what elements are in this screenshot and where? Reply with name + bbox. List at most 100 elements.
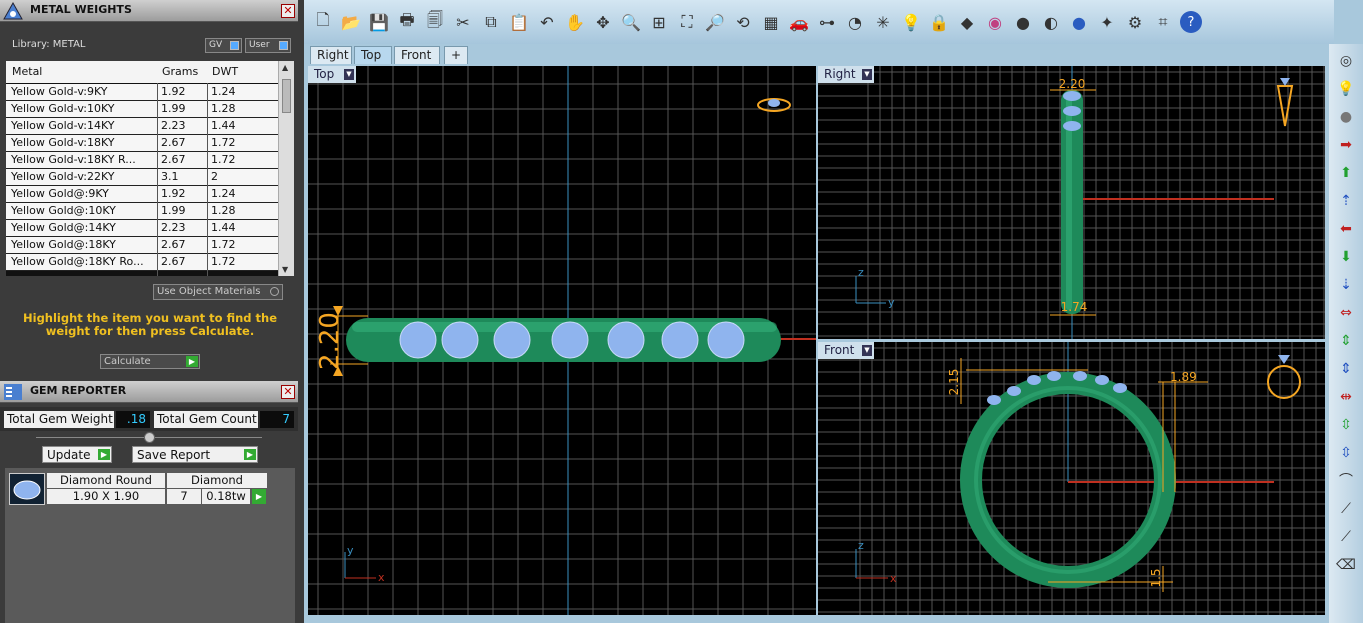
circle-tool-icon[interactable]: ◔ <box>844 11 866 33</box>
shrink-z-icon[interactable]: ⇳ <box>1336 444 1356 462</box>
save-report-button[interactable]: Save Report ▶ <box>132 446 258 463</box>
arrow-up-icon[interactable]: ⬆ <box>1336 164 1356 182</box>
tab-front[interactable]: Front <box>394 46 440 64</box>
col-metal[interactable]: Metal <box>12 65 42 78</box>
node-icon[interactable]: ⌗ <box>1152 11 1174 33</box>
table-row[interactable]: Yellow Gold-v:22KY 3.1 2 <box>6 169 278 186</box>
sphere-shaded-icon[interactable]: ◐ <box>1040 11 1062 33</box>
close-icon[interactable]: ✕ <box>281 385 295 399</box>
table-row[interactable]: Yellow Gold@:18KY 2.67 1.72 <box>6 237 278 254</box>
table-row[interactable]: Yellow Gold@:18KY Ro... 2.67 1.72 <box>6 254 278 271</box>
cut-icon[interactable]: ✂ <box>452 11 474 33</box>
viewport-right-label[interactable]: Right ▼ <box>818 66 874 83</box>
table-row[interactable]: Yellow Gold-v:9KY 1.92 1.24 <box>6 84 278 101</box>
zoom-fit-icon[interactable]: ⟲ <box>732 11 754 33</box>
viewport-front-label[interactable]: Front ▼ <box>818 342 874 359</box>
col-grams[interactable]: Grams <box>162 65 198 78</box>
move-down-icon[interactable]: ⇣ <box>1336 276 1356 294</box>
close-icon[interactable]: ✕ <box>281 4 295 18</box>
lock-icon[interactable]: 🔒 <box>928 11 950 33</box>
top-view-canvas[interactable]: 2.20 y x <box>308 66 816 615</box>
material-icon[interactable]: ◆ <box>956 11 978 33</box>
col-dwt[interactable]: DWT <box>212 65 238 78</box>
gem-detail-button[interactable]: ▶ <box>252 489 266 504</box>
eraser-icon[interactable]: ⌫ <box>1336 556 1356 574</box>
move-up-icon[interactable]: ⇡ <box>1336 192 1356 210</box>
scale-v-icon[interactable]: ⇕ <box>1336 332 1356 350</box>
scroll-up-icon[interactable]: ▲ <box>282 63 288 72</box>
print-icon[interactable]: 🖶 <box>396 10 418 33</box>
table-row[interactable]: Yellow Gold-v:18KY R... 2.67 1.72 <box>6 152 278 169</box>
scale-z-icon[interactable]: ⇕ <box>1336 360 1356 378</box>
save-icon[interactable]: 💾 <box>368 11 390 33</box>
metal-weights-icon <box>3 2 23 20</box>
settings-gear-icon[interactable]: ⚙ <box>1124 11 1146 33</box>
sphere-blue-icon[interactable]: ● <box>1068 11 1090 33</box>
table-row[interactable]: Yellow Gold-v:10KY 1.99 1.28 <box>6 101 278 118</box>
copy-icon[interactable]: ⧉ <box>480 11 502 33</box>
light-icon[interactable]: 💡 <box>1336 80 1356 98</box>
update-button[interactable]: Update ▶ <box>42 446 112 463</box>
line-edit-icon[interactable]: ⟋ <box>1336 528 1356 546</box>
calculate-button[interactable]: Calculate ▶ <box>100 354 200 369</box>
zoom-extents-icon[interactable]: ⛶ <box>676 11 698 33</box>
export-icon[interactable]: 🗐 <box>424 10 446 33</box>
scroll-thumb[interactable] <box>282 79 291 113</box>
zoom-in-icon[interactable]: 🔍 <box>620 11 642 33</box>
sphere-icon[interactable]: ● <box>1336 108 1356 126</box>
front-view-canvas[interactable]: 2.15 1.89 1.5 z x <box>818 342 1325 615</box>
viewport-front[interactable]: 2.15 1.89 1.5 z x Front ▼ <box>818 342 1325 615</box>
arrow-right-icon[interactable]: ➡ <box>1336 136 1356 154</box>
viewport-top[interactable]: 2.20 y x Top ▼ <box>308 66 816 615</box>
arrow-left-icon[interactable]: ⬅ <box>1336 220 1356 238</box>
measure-icon[interactable]: ⊶ <box>816 11 838 33</box>
tab-add[interactable]: + <box>444 46 468 64</box>
table-row[interactable]: Yellow Gold@:14KY 2.23 1.44 <box>6 220 278 237</box>
table-row[interactable]: Yellow Gold-v:18KY 2.67 1.72 <box>6 135 278 152</box>
table-row[interactable]: Yellow Gold-v:14KY 2.23 1.44 <box>6 118 278 135</box>
chevron-down-icon[interactable]: ▼ <box>344 69 354 80</box>
curve-icon[interactable]: ⌒ <box>1336 472 1356 490</box>
tab-top[interactable]: Top <box>354 46 392 64</box>
new-file-icon[interactable]: 🗋 <box>312 10 334 33</box>
orbit-icon[interactable]: ◎ <box>1336 52 1356 70</box>
car-icon[interactable]: 🚗 <box>788 11 810 33</box>
shrink-h-icon[interactable]: ⇹ <box>1336 388 1356 406</box>
scale-h-icon[interactable]: ⇔ <box>1336 304 1356 322</box>
right-view-canvas[interactable]: 2.20 1.74 z y <box>818 66 1325 339</box>
help-icon[interactable]: ? <box>1180 11 1202 33</box>
use-object-materials-checkbox[interactable]: Use Object Materials <box>153 284 283 300</box>
chevron-down-icon[interactable]: ▼ <box>862 345 872 356</box>
chevron-down-icon[interactable]: ▼ <box>862 69 872 80</box>
gem-thumbnail[interactable] <box>9 473 45 505</box>
pan-hand-icon[interactable]: ✋ <box>564 11 586 33</box>
zoom-box-icon[interactable]: ⊞ <box>648 11 670 33</box>
viewport-top-label[interactable]: Top ▼ <box>308 66 356 83</box>
tab-right[interactable]: Right <box>310 46 352 64</box>
undo-icon[interactable]: ↶ <box>536 11 558 33</box>
layout-grid-icon[interactable]: ▦ <box>760 11 782 33</box>
slider-handle[interactable] <box>144 432 155 443</box>
open-folder-icon[interactable]: 📂 <box>340 11 362 33</box>
user-toggle[interactable]: User <box>245 38 291 53</box>
stone <box>607 321 645 359</box>
grams-value: 1.92 <box>161 187 186 200</box>
paste-icon[interactable]: 📋 <box>508 11 530 33</box>
table-row[interactable]: Yellow Gold@:10KY 1.99 1.28 <box>6 203 278 220</box>
light-bulb-icon[interactable]: 💡 <box>900 11 922 33</box>
color-wheel-icon[interactable]: ◉ <box>984 11 1006 33</box>
snap-icon[interactable]: ✳ <box>872 11 894 33</box>
table-scrollbar[interactable]: ▲ ▼ <box>278 61 294 276</box>
line-node-icon[interactable]: ⟋ <box>1336 500 1356 518</box>
shrink-v-icon[interactable]: ⇳ <box>1336 416 1356 434</box>
viewport-right[interactable]: 2.20 1.74 z y Right ▼ <box>818 66 1325 339</box>
render-icon[interactable]: ✦ <box>1096 11 1118 33</box>
scroll-down-icon[interactable]: ▼ <box>282 265 288 274</box>
arrow-down-icon[interactable]: ⬇ <box>1336 248 1356 266</box>
sphere-gray-icon[interactable]: ● <box>1012 11 1034 33</box>
rotate-icon[interactable]: ✥ <box>592 11 614 33</box>
zoom-out-icon[interactable]: 🔎 <box>704 11 726 33</box>
table-row[interactable]: Yellow Gold@:9KY 1.92 1.24 <box>6 186 278 203</box>
gv-toggle[interactable]: GV <box>205 38 242 53</box>
stone <box>1047 371 1061 381</box>
